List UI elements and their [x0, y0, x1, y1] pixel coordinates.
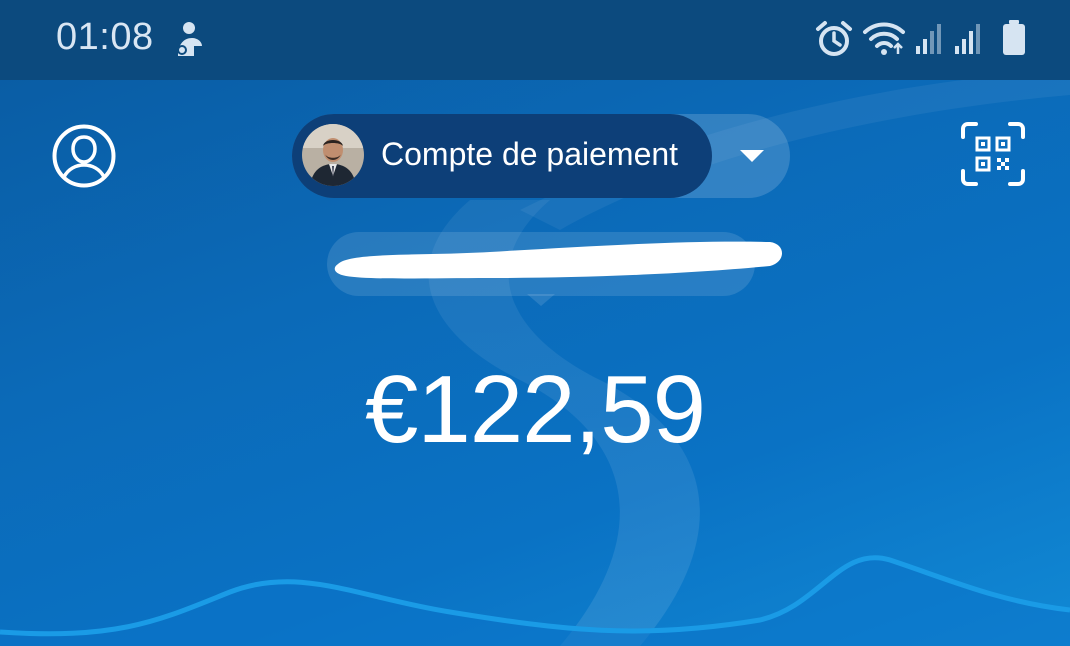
notification-figure-icon [177, 22, 202, 56]
account-pill[interactable]: Compte de paiement [292, 114, 712, 198]
bottom-wave-fill [0, 557, 1070, 646]
signal-1-icon [916, 24, 941, 54]
status-time: 01:08 [56, 16, 154, 58]
alarm-icon [816, 21, 852, 56]
profile-button[interactable] [52, 124, 116, 188]
account-switcher[interactable]: Compte de paiement [292, 114, 790, 198]
wifi-icon [863, 22, 905, 55]
signal-2-icon [955, 24, 980, 54]
battery-icon [1003, 20, 1025, 55]
app-screen: 01:08 Compte de paiement €122,59 [0, 0, 1070, 646]
qr-code-scan-icon [961, 122, 1025, 186]
redaction-scribble [334, 241, 782, 279]
person-outline-icon [62, 135, 106, 179]
account-label: Compte de paiement [381, 136, 679, 172]
qr-code-scan-button[interactable] [960, 121, 1026, 187]
caret-down-icon[interactable] [740, 150, 764, 162]
background-art [0, 70, 1070, 646]
balance-amount: €122,59 [364, 356, 706, 463]
avatar-photo [302, 124, 364, 186]
status-bar: 01:08 [0, 0, 1070, 80]
avatar [302, 124, 364, 186]
bubble-tail [527, 294, 555, 306]
